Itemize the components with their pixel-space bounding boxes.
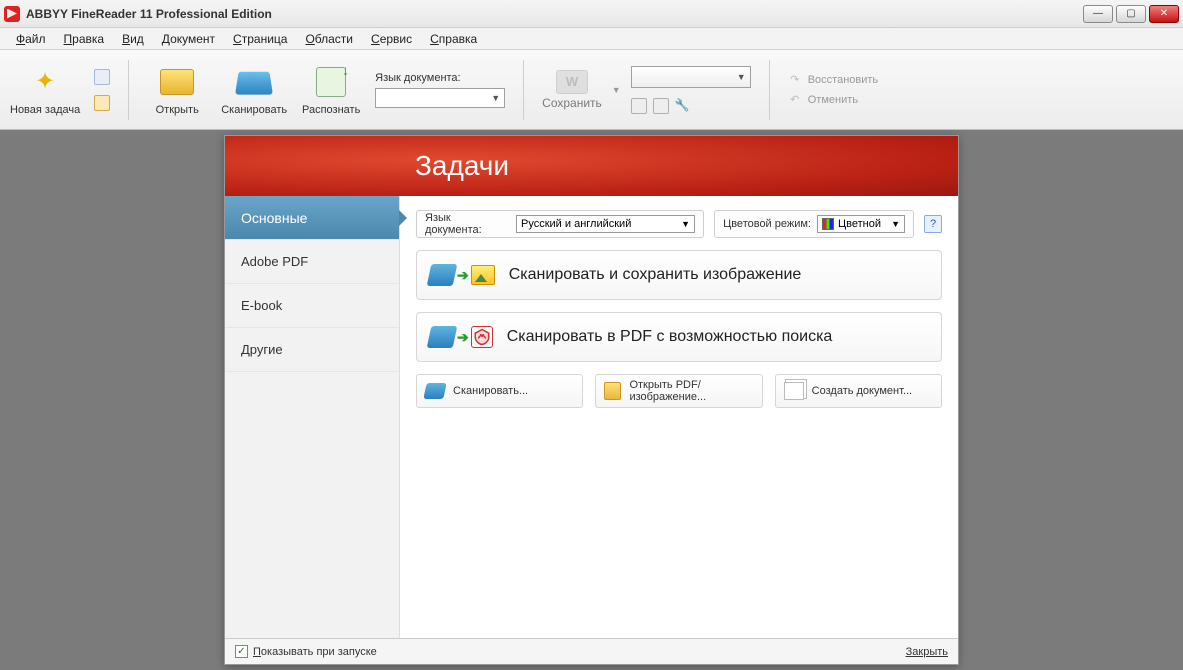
menu-tools[interactable]: Сервис: [363, 30, 420, 48]
window-title: ABBYY FineReader 11 Professional Edition: [26, 7, 272, 21]
work-area: Задачи Основные Adobe PDF E-book Другие …: [0, 130, 1183, 670]
task-label: Сканировать и сохранить изображение: [509, 266, 802, 284]
maximize-button[interactable]: ▢: [1116, 5, 1146, 23]
task-create-document[interactable]: Создать документ...: [775, 374, 942, 408]
scanner-icon: [236, 64, 272, 100]
menu-help[interactable]: Справка: [422, 30, 485, 48]
arrow-right-icon: ➔: [457, 267, 469, 284]
undo-button[interactable]: ↶Отменить: [788, 93, 878, 107]
scanner-icon: [427, 264, 458, 286]
task-language-group: Язык документа: Русский и английский ▼: [416, 210, 704, 238]
doc-language-label: Язык документа:: [375, 72, 505, 84]
side-tab-pdf[interactable]: Adobe PDF: [225, 240, 399, 284]
page-icon[interactable]: [94, 69, 110, 85]
toolbar-separator: [128, 60, 129, 120]
chevron-down-icon[interactable]: ▼: [612, 85, 621, 95]
tasks-footer: ✓ Показывать при запуске Закрыть: [225, 638, 958, 664]
tool-icon[interactable]: [653, 98, 669, 114]
scanner-icon: [427, 326, 458, 348]
task-colormode-combo[interactable]: Цветной ▼: [817, 215, 905, 233]
window-controls: — ▢ ✕: [1083, 5, 1179, 23]
show-on-startup-label: Показывать при запуске: [253, 646, 377, 658]
task-language-label: Язык документа:: [425, 212, 510, 236]
toolbar: ✦ Новая задача Открыть Сканировать Распо…: [0, 50, 1183, 130]
menu-file[interactable]: Файл: [8, 30, 54, 48]
show-on-startup-checkbox[interactable]: ✓: [235, 645, 248, 658]
task-colormode-label: Цветовой режим:: [723, 218, 811, 230]
word-doc-icon: W: [556, 70, 588, 94]
mini-tools: 🔧: [631, 98, 751, 114]
task-colormode-group: Цветовой режим: Цветной ▼: [714, 210, 914, 238]
task-label: Открыть PDF/изображение...: [629, 379, 753, 403]
app-icon: [4, 6, 20, 22]
folder-open-icon: [159, 64, 195, 100]
scanner-icon: [423, 383, 446, 399]
side-tab-ebook[interactable]: E-book: [225, 284, 399, 328]
menu-document[interactable]: Документ: [154, 30, 223, 48]
tool-icon[interactable]: [631, 98, 647, 114]
folder-icon: [604, 382, 621, 400]
menu-areas[interactable]: Области: [297, 30, 361, 48]
toolbar-separator: [769, 60, 770, 120]
task-scan-to-pdf[interactable]: ➔ Сканировать в PDF с возможностью поиск…: [416, 312, 942, 362]
pages-icon[interactable]: [94, 95, 110, 111]
doc-language-block: Язык документа: ▼: [375, 72, 505, 108]
wand-icon: ✦: [27, 64, 63, 100]
menu-page[interactable]: Страница: [225, 30, 295, 48]
side-tab-other[interactable]: Другие: [225, 328, 399, 372]
scan-button[interactable]: Сканировать: [221, 64, 287, 116]
documents-icon: [784, 382, 804, 400]
tasks-title: Задачи: [415, 150, 509, 182]
open-button[interactable]: Открыть: [147, 64, 207, 116]
task-open-pdf-image[interactable]: Открыть PDF/изображение...: [595, 374, 762, 408]
task-scan[interactable]: Сканировать...: [416, 374, 583, 408]
redo-icon: ↷: [788, 73, 802, 87]
toolbar-separator: [523, 60, 524, 120]
chevron-down-icon: ▼: [491, 93, 500, 103]
chevron-down-icon: ▼: [891, 219, 900, 229]
titlebar: ABBYY FineReader 11 Professional Edition…: [0, 0, 1183, 28]
task-label: Сканировать в PDF с возможностью поиска: [507, 328, 833, 346]
tasks-dialog: Задачи Основные Adobe PDF E-book Другие …: [224, 135, 959, 665]
arrow-right-icon: ➔: [457, 329, 469, 346]
new-task-button[interactable]: ✦ Новая задача: [10, 64, 80, 116]
tasks-content: Язык документа: Русский и английский ▼ Ц…: [400, 196, 958, 638]
chevron-down-icon: ▼: [737, 72, 746, 82]
task-scan-save-image[interactable]: ➔ Сканировать и сохранить изображение: [416, 250, 942, 300]
menubar: Файл Правка Вид Документ Страница Област…: [0, 28, 1183, 50]
doc-language-combo[interactable]: ▼: [375, 88, 505, 108]
task-label: Создать документ...: [812, 385, 912, 397]
history-block: ↷Восстановить ↶Отменить: [788, 73, 878, 107]
color-swatch-icon: [822, 218, 834, 230]
tasks-sidebar: Основные Adobe PDF E-book Другие: [225, 196, 400, 638]
minimize-button[interactable]: —: [1083, 5, 1113, 23]
undo-icon: ↶: [788, 93, 802, 107]
tasks-close-link[interactable]: Закрыть: [906, 646, 948, 658]
redo-button[interactable]: ↷Восстановить: [788, 73, 878, 87]
send-to-combo[interactable]: ▼: [631, 66, 751, 88]
recognize-icon: [313, 64, 349, 100]
tasks-header: Задачи: [225, 136, 958, 196]
help-button[interactable]: ?: [924, 215, 942, 233]
menu-edit[interactable]: Правка: [56, 30, 113, 48]
side-tab-main[interactable]: Основные: [225, 196, 399, 240]
task-label: Сканировать...: [453, 385, 528, 397]
image-icon: [471, 265, 495, 285]
menu-view[interactable]: Вид: [114, 30, 152, 48]
save-button[interactable]: W Сохранить: [542, 70, 602, 110]
pdf-icon: [471, 326, 493, 348]
wrench-icon[interactable]: 🔧: [675, 98, 691, 114]
task-language-combo[interactable]: Русский и английский ▼: [516, 215, 695, 233]
chevron-down-icon: ▼: [681, 219, 690, 229]
recognize-button[interactable]: Распознать: [301, 64, 361, 116]
close-button[interactable]: ✕: [1149, 5, 1179, 23]
